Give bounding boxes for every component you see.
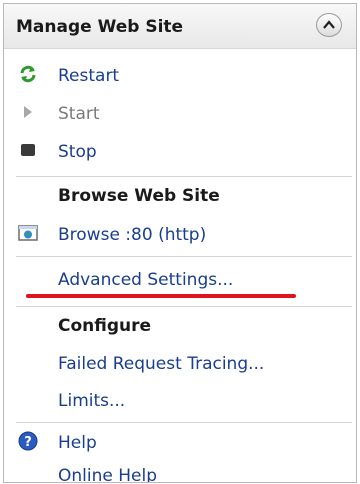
advanced-settings-link[interactable]: Advanced Settings...	[4, 266, 344, 294]
browse-link[interactable]: Browse :80 (http)	[4, 221, 344, 249]
browse-web-site-heading: Browse Web Site	[58, 186, 220, 206]
divider	[16, 256, 352, 257]
browse-label[interactable]: Browse :80 (http)	[58, 225, 206, 245]
restart-icon	[20, 65, 36, 83]
stop-label[interactable]: Stop	[58, 142, 97, 162]
divider	[16, 306, 352, 307]
manage-web-site-header[interactable]: Manage Web Site	[4, 4, 356, 49]
limits-label[interactable]: Limits...	[58, 391, 125, 411]
divider	[16, 176, 352, 177]
actions-panel: Manage Web Site Restart Start Stop Brows	[3, 3, 357, 483]
restart-label[interactable]: Restart	[58, 66, 119, 86]
action-restart[interactable]: Restart	[4, 62, 344, 90]
chevron-up-icon	[323, 20, 335, 29]
help-link[interactable]: ? Help	[4, 429, 344, 457]
browser-icon	[18, 225, 38, 241]
action-start: Start	[4, 100, 344, 128]
svg-text:?: ?	[24, 435, 32, 450]
failed-request-tracing-link[interactable]: Failed Request Tracing...	[4, 350, 344, 378]
divider	[16, 422, 352, 423]
header-title: Manage Web Site	[16, 17, 184, 37]
action-stop[interactable]: Stop	[4, 138, 344, 166]
failed-request-tracing-label[interactable]: Failed Request Tracing...	[58, 354, 264, 374]
online-help-label[interactable]: Online Help	[58, 466, 157, 482]
help-icon: ?	[18, 431, 38, 451]
configure-heading: Configure	[58, 316, 152, 336]
highlight-underline	[26, 294, 296, 298]
start-label: Start	[58, 104, 100, 124]
advanced-settings-label[interactable]: Advanced Settings...	[58, 270, 233, 290]
stop-icon	[21, 144, 35, 156]
help-label[interactable]: Help	[58, 433, 97, 453]
online-help-link[interactable]: Online Help	[4, 462, 344, 482]
collapse-button[interactable]	[316, 13, 342, 37]
limits-link[interactable]: Limits...	[4, 387, 344, 415]
start-icon	[24, 106, 32, 118]
